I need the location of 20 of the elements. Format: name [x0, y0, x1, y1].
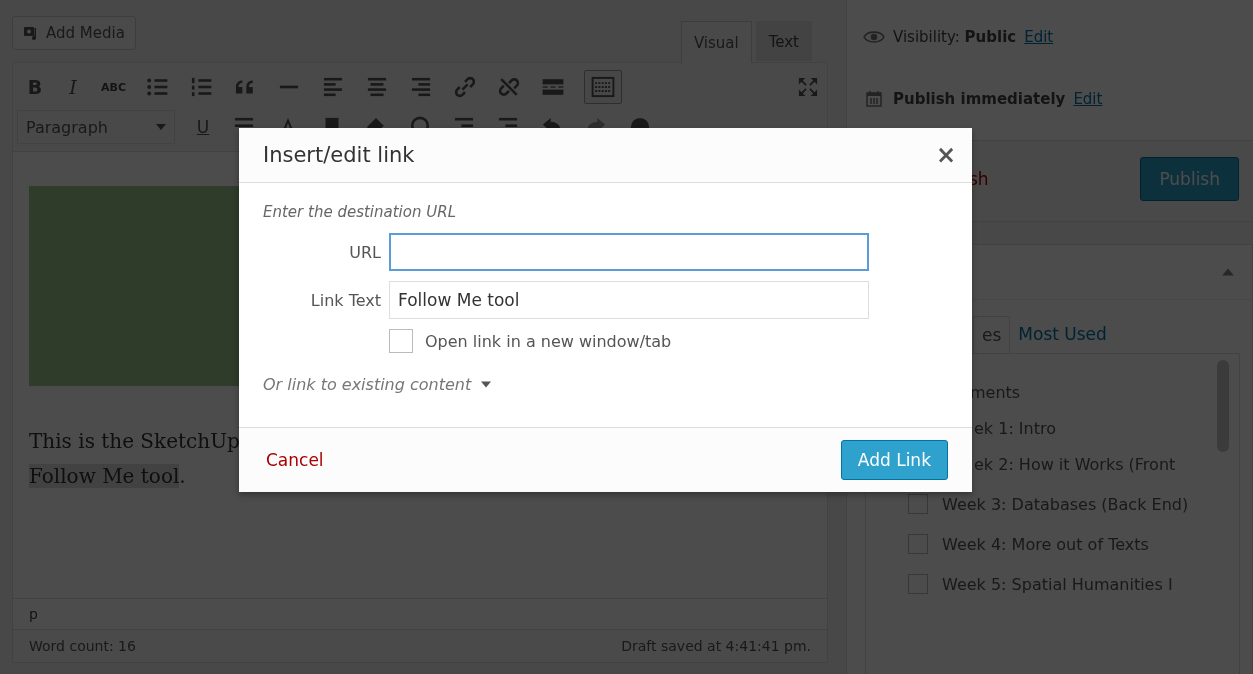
field-label: Link Text — [309, 290, 381, 310]
edit-link[interactable]: Edit — [1073, 90, 1103, 108]
new-tab-checkbox[interactable] — [389, 329, 413, 353]
element-path: p — [29, 606, 38, 622]
close-button[interactable]: × — [935, 141, 956, 169]
paragraph-text: This is the SketchUp — [29, 429, 240, 453]
input-field[interactable] — [389, 233, 869, 271]
input-field[interactable]: Follow Me tool — [389, 281, 869, 319]
cancel-link[interactable]: Cancel — [266, 450, 324, 470]
schedule-label: Publish immediately — [893, 90, 1066, 108]
edit-link[interactable]: Edit — [1024, 28, 1054, 46]
add-link-button[interactable]: Add Link — [840, 440, 948, 480]
visibility-label: Visibility: Public — [893, 28, 1017, 46]
field-label: URL — [348, 242, 381, 262]
instructions-text: Enter the destination URL — [263, 203, 457, 221]
caret-down-icon[interactable] — [481, 381, 492, 388]
checkbox-label: Open link in a new window/tab — [425, 331, 672, 351]
existing-content-toggle[interactable]: Or link to existing content — [263, 375, 472, 394]
dialog-title: Insert/edit link — [263, 143, 415, 167]
paragraph-text: . — [179, 464, 186, 488]
